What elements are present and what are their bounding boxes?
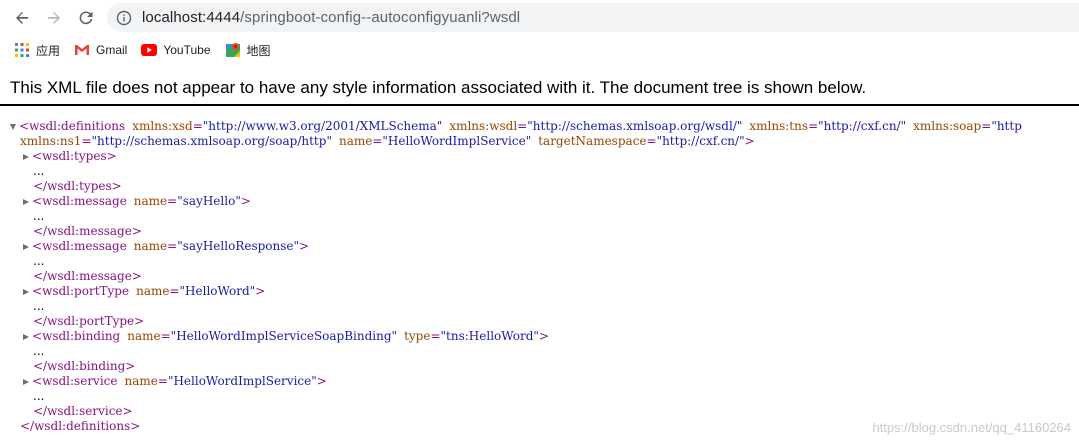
attr-value: "http (991, 119, 1022, 133)
attr-value: "http://cxf.cn/" (818, 119, 907, 133)
attr-name: name (133, 239, 168, 253)
xml-node-binding[interactable]: < wsdl:binding name = "HelloWordImplService… (10, 329, 1079, 344)
bookmark-youtube[interactable]: YouTube (141, 42, 211, 58)
apps-grid-icon (14, 42, 30, 58)
closing-tag: </wsdl:message > (33, 269, 142, 283)
node-tag-name: wsdl:service (47, 404, 123, 418)
reload-button[interactable] (70, 2, 102, 34)
collapse-triangle-icon[interactable] (10, 123, 16, 130)
address-bar[interactable]: localhost:4444/springboot-config--autoco… (107, 3, 1079, 32)
xml-node-message[interactable]: < wsdl:message name = "sayHelloResponse" > (10, 239, 1079, 254)
attr-value: "sayHello" (177, 194, 241, 208)
info-icon[interactable] (115, 9, 133, 27)
ellipsis: ... (33, 164, 45, 178)
node-tag-name: wsdl:message (47, 269, 132, 283)
node-tag-name: wsdl:types (47, 179, 112, 193)
root-tag-name: wsdl:definitions (29, 119, 126, 133)
browser-toolbar: localhost:4444/springboot-config--autoco… (0, 0, 1079, 36)
node-tag-name: wsdl:binding (47, 359, 126, 373)
attr-name: xmlns:ns1 (20, 134, 82, 148)
back-arrow-icon (16, 12, 28, 24)
forward-button[interactable] (38, 2, 70, 34)
ellipsis: ... (33, 389, 45, 403)
attr-value: "sayHelloResponse" (177, 239, 300, 253)
closing-tag: </wsdl:message > (33, 224, 142, 238)
url-text[interactable]: localhost:4444/springboot-config--autoco… (142, 9, 520, 26)
attr-value: "http://www.w3.org/2001/XMLSchema" (202, 119, 443, 133)
bookmark-apps[interactable]: 应用 (14, 42, 60, 59)
node-tag-name: wsdl:message (47, 224, 132, 238)
expand-triangle-icon[interactable] (23, 243, 29, 250)
attr-name: xmlns:xsd (132, 119, 193, 133)
xml-node-porttype[interactable]: < wsdl:portType name = "HelloWord" > (10, 284, 1079, 299)
attr-name: name (124, 374, 158, 388)
root-open-tag-line2: xmlns:ns1 = "http://schemas.xmlsoap.org/so… (20, 134, 755, 148)
attr-value: "HelloWord" (179, 284, 256, 298)
attr-value: "http://schemas.xmlsoap.org/soap/http" (91, 134, 332, 148)
expand-triangle-icon[interactable] (23, 153, 29, 160)
node-tag-name: wsdl:service (42, 374, 118, 388)
attr-name: xmlns:wsdl (449, 119, 518, 133)
attr-name: name (127, 329, 161, 343)
bookmark-label: 地图 (246, 43, 271, 58)
node-tag-name: wsdl:portType (42, 284, 130, 298)
gmail-icon (74, 42, 90, 58)
closing-tag: </wsdl:portType > (33, 314, 145, 328)
attr-value: "HelloWordImplServiceSoapBinding" (170, 329, 398, 343)
attr-name: targetNamespace (538, 134, 647, 148)
attr-value: "http://schemas.xmlsoap.org/wsdl/" (527, 119, 743, 133)
youtube-icon (141, 42, 158, 58)
closing-tag: </wsdl:service > (33, 404, 133, 418)
reload-icon (79, 11, 93, 25)
ellipsis: ... (33, 344, 45, 358)
expand-triangle-icon[interactable] (23, 378, 29, 385)
xml-info-text: This XML file does not appear to have an… (10, 78, 867, 97)
ellipsis: ... (33, 254, 45, 268)
expand-triangle-icon[interactable] (23, 288, 29, 295)
ellipsis: ... (33, 209, 45, 223)
attr-name: xmlns:soap (913, 119, 982, 133)
attr-value: "http://cxf.cn/" (656, 134, 745, 148)
closing-tag: </wsdl:binding > (33, 359, 136, 373)
bookmark-gmail[interactable]: Gmail (74, 42, 127, 58)
maps-icon (225, 42, 241, 58)
expand-triangle-icon[interactable] (23, 198, 29, 205)
node-tag-name: wsdl:types (42, 149, 107, 163)
ellipsis: ... (33, 299, 45, 313)
bookmark-label: Gmail (96, 43, 128, 57)
bookmark-maps[interactable]: 地图 (225, 42, 271, 59)
attr-name: type (404, 329, 431, 343)
bookmarks-bar: 应用 Gmail YouTube 地图 (0, 37, 1079, 63)
xml-info-banner: This XML file does not appear to have an… (0, 76, 1079, 106)
bookmark-label: YouTube (163, 43, 211, 57)
attr-name: name (133, 194, 168, 208)
forward-arrow-icon (48, 12, 60, 24)
node-tag-name: wsdl:message (42, 239, 127, 253)
node-tag-name: wsdl:portType (47, 314, 135, 328)
xml-node-types[interactable]: < wsdl:types > (10, 149, 1079, 164)
attr-name: name (136, 284, 170, 298)
attr-name: name (338, 134, 373, 148)
expand-triangle-icon[interactable] (23, 333, 29, 340)
root-open-tag-line1: < wsdl:definitions xmlns:xsd = "http://www.… (10, 119, 1079, 134)
xml-node-service[interactable]: < wsdl:service name = "HelloWordImplService… (10, 374, 1079, 389)
attr-name: xmlns:tns (749, 119, 809, 133)
xml-node-message[interactable]: < wsdl:message name = "sayHello" > (10, 194, 1079, 209)
divider (0, 104, 1079, 106)
tag-bracket: < (19, 119, 30, 133)
watermark: https://blog.csdn.net/qq_41160264 (872, 420, 1071, 435)
root-tag-name: wsdl:definitions (34, 419, 131, 433)
attr-value: "tns:HelloWord" (440, 329, 539, 343)
bookmark-label: 应用 (36, 43, 61, 58)
xml-document-tree: < wsdl:definitions xmlns:xsd = "http://www.… (10, 119, 1079, 434)
node-tag-name: wsdl:message (42, 194, 127, 208)
attr-value: "HelloWordImplService" (382, 134, 532, 148)
node-tag-name: wsdl:binding (42, 329, 121, 343)
back-button[interactable] (6, 2, 38, 34)
attr-value: "HelloWordImplService" (167, 374, 317, 388)
url-path: /springboot-config--autoconfigyuanli?wsd… (240, 9, 521, 26)
url-host: localhost:4444 (142, 9, 241, 26)
closing-tag: </wsdl:types > (33, 179, 122, 193)
